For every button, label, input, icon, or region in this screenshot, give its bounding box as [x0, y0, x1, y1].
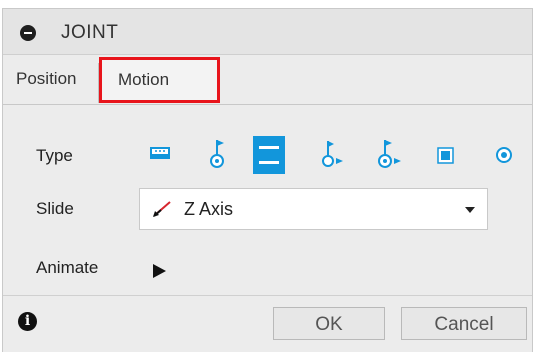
tab-motion[interactable]: Motion — [99, 57, 220, 103]
ok-button[interactable]: OK — [273, 307, 385, 340]
collapse-icon[interactable] — [20, 25, 36, 41]
cylindrical-joint-icon[interactable] — [317, 136, 349, 174]
z-axis-icon — [153, 201, 171, 217]
type-label: Type — [36, 146, 73, 165]
info-icon[interactable]: i — [18, 312, 37, 331]
slide-axis-value: Z Axis — [184, 199, 234, 219]
tab-position[interactable]: Position — [16, 69, 76, 89]
tab-motion-label: Motion — [118, 70, 170, 89]
animate-label: Animate — [36, 258, 99, 277]
cancel-button[interactable]: Cancel — [401, 307, 527, 340]
chevron-down-icon — [465, 207, 475, 213]
tab-bar: Position Motion — [3, 55, 532, 105]
planar-joint-icon[interactable] — [431, 136, 463, 174]
slide-axis-dropdown[interactable]: Z Axis — [139, 188, 488, 230]
slider-joint-icon[interactable] — [253, 136, 285, 174]
joint-dialog: JOINT Position Motion Type Slide Z Axis … — [2, 8, 533, 352]
rigid-joint-icon[interactable] — [145, 136, 177, 174]
play-icon[interactable] — [153, 264, 166, 278]
revolute-joint-icon[interactable] — [202, 136, 234, 174]
ball-joint-icon[interactable] — [489, 136, 521, 174]
motion-panel: Type Slide Z Axis Animate — [3, 105, 532, 289]
pin-slot-joint-icon[interactable] — [373, 136, 405, 174]
dialog-footer: i OK Cancel — [3, 295, 532, 352]
dialog-title: JOINT — [61, 22, 119, 43]
dialog-titlebar: JOINT — [3, 9, 532, 55]
slide-label: Slide — [36, 199, 74, 218]
